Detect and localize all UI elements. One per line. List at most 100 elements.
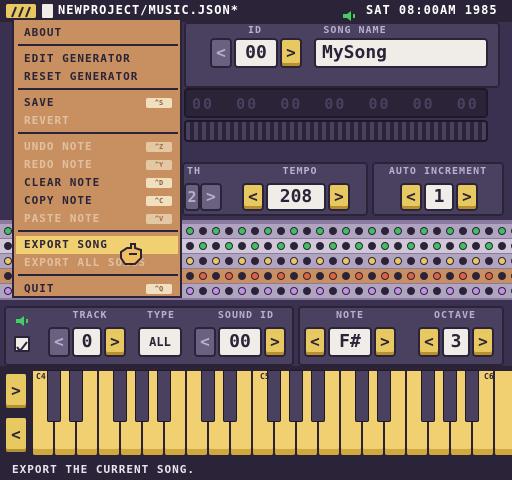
piano-scroll-up-button[interactable]: >: [4, 372, 28, 410]
sequencer-step[interactable]: [459, 287, 467, 295]
note-decrement-button[interactable]: <: [304, 327, 326, 357]
sequencer-step[interactable]: [342, 227, 350, 235]
sequencer-step[interactable]: [381, 257, 389, 265]
menu-item-copy-note[interactable]: COPY NOTE: [24, 194, 93, 207]
menu-item-quit[interactable]: QUIT: [24, 282, 55, 295]
sequencer-step[interactable]: [186, 227, 194, 235]
sequencer-step[interactable]: [316, 227, 324, 235]
sequencer-step[interactable]: [355, 257, 363, 265]
piano-black-key[interactable]: [157, 370, 171, 422]
piano-black-key[interactable]: [47, 370, 61, 422]
sequencer-step[interactable]: [4, 272, 12, 280]
sequencer-step[interactable]: [433, 242, 441, 250]
sequencer-step[interactable]: [446, 242, 454, 250]
id-increment-button[interactable]: >: [280, 38, 302, 68]
sequencer-step[interactable]: [303, 242, 311, 250]
sequencer-step[interactable]: [290, 287, 298, 295]
sequencer-step[interactable]: [212, 227, 220, 235]
track-decrement-button[interactable]: <: [48, 327, 70, 357]
sequencer-step[interactable]: [251, 227, 259, 235]
sound-id-increment-button[interactable]: >: [264, 327, 286, 357]
sequencer-step[interactable]: [225, 272, 233, 280]
sequencer-step[interactable]: [368, 227, 376, 235]
sequencer-step[interactable]: [212, 272, 220, 280]
sequencer-step[interactable]: [186, 287, 194, 295]
sequencer-step[interactable]: [433, 257, 441, 265]
sequencer-step[interactable]: [472, 242, 480, 250]
sequencer-step[interactable]: [498, 287, 506, 295]
sequencer-step[interactable]: [472, 257, 480, 265]
sequencer-step[interactable]: [264, 227, 272, 235]
sequencer-step[interactable]: [277, 242, 285, 250]
sequencer-step[interactable]: [485, 257, 493, 265]
menu-item-clear-note[interactable]: CLEAR NOTE: [24, 176, 100, 189]
sequencer-step[interactable]: [368, 272, 376, 280]
sequencer-step[interactable]: [186, 272, 194, 280]
menu-item-save[interactable]: SAVE: [24, 96, 55, 109]
note-value[interactable]: F#: [328, 327, 372, 357]
sequencer-step[interactable]: [329, 257, 337, 265]
piano-black-key[interactable]: [69, 370, 83, 422]
sequencer-step[interactable]: [420, 242, 428, 250]
sequencer-step[interactable]: [329, 242, 337, 250]
sequencer-step[interactable]: [459, 242, 467, 250]
sequencer-step[interactable]: [394, 287, 402, 295]
sequencer-step[interactable]: [368, 242, 376, 250]
sequencer-step[interactable]: [407, 272, 415, 280]
piano-scroll-down-button[interactable]: <: [4, 416, 28, 454]
sequencer-step[interactable]: [446, 272, 454, 280]
sequencer-step[interactable]: [4, 257, 12, 265]
sequencer-step[interactable]: [407, 257, 415, 265]
sequencer-step[interactable]: [498, 272, 506, 280]
sequencer-step[interactable]: [303, 287, 311, 295]
sound-id-value[interactable]: 00: [218, 327, 262, 357]
sequencer-step[interactable]: [459, 257, 467, 265]
id-value[interactable]: 00: [234, 38, 278, 68]
sequencer-step[interactable]: [186, 257, 194, 265]
sequencer-step[interactable]: [485, 242, 493, 250]
sequencer-step[interactable]: [251, 242, 259, 250]
sequencer-step[interactable]: [381, 272, 389, 280]
piano-black-key[interactable]: [465, 370, 479, 422]
sequencer-step[interactable]: [199, 242, 207, 250]
sequencer-step[interactable]: [433, 227, 441, 235]
sequencer-step[interactable]: [264, 257, 272, 265]
sequencer-step[interactable]: [303, 257, 311, 265]
auto-increment-increment-button[interactable]: >: [456, 183, 478, 211]
pattern-strip[interactable]: 00 00 00 00 00 00 00: [184, 88, 488, 118]
sequencer-step[interactable]: [433, 287, 441, 295]
speaker-icon[interactable]: [343, 6, 357, 21]
sequencer-step[interactable]: [329, 287, 337, 295]
sequencer-step[interactable]: [485, 287, 493, 295]
sequencer-step[interactable]: [407, 242, 415, 250]
sequencer-step[interactable]: [290, 257, 298, 265]
sequencer-step[interactable]: [290, 242, 298, 250]
sequencer-step[interactable]: [368, 257, 376, 265]
sequencer-step[interactable]: [238, 242, 246, 250]
sequencer-step[interactable]: [316, 272, 324, 280]
sequencer-step[interactable]: [394, 242, 402, 250]
sequencer-step[interactable]: [316, 242, 324, 250]
sequencer-step[interactable]: [368, 287, 376, 295]
sequencer-step[interactable]: [472, 272, 480, 280]
note-increment-button[interactable]: >: [374, 327, 396, 357]
octave-value[interactable]: 3: [442, 327, 470, 357]
sequencer-step[interactable]: [485, 272, 493, 280]
sequencer-step[interactable]: [264, 242, 272, 250]
menu-item-reset-generator[interactable]: RESET GENERATOR: [24, 70, 138, 83]
menu-item-about[interactable]: ABOUT: [24, 26, 62, 39]
chiptune-logo-icon[interactable]: [6, 4, 36, 18]
octave-increment-button[interactable]: >: [472, 327, 494, 357]
sequencer-step[interactable]: [407, 227, 415, 235]
sequencer-step[interactable]: [381, 242, 389, 250]
tempo-increment-button[interactable]: >: [328, 183, 350, 211]
piano-black-key[interactable]: [201, 370, 215, 422]
sequencer-step[interactable]: [238, 257, 246, 265]
sequencer-step[interactable]: [238, 227, 246, 235]
sequencer-step[interactable]: [4, 287, 12, 295]
sequencer-step[interactable]: [277, 257, 285, 265]
sequencer-step[interactable]: [329, 272, 337, 280]
sequencer-step[interactable]: [303, 272, 311, 280]
sequencer-step[interactable]: [316, 257, 324, 265]
sequencer-step[interactable]: [225, 242, 233, 250]
